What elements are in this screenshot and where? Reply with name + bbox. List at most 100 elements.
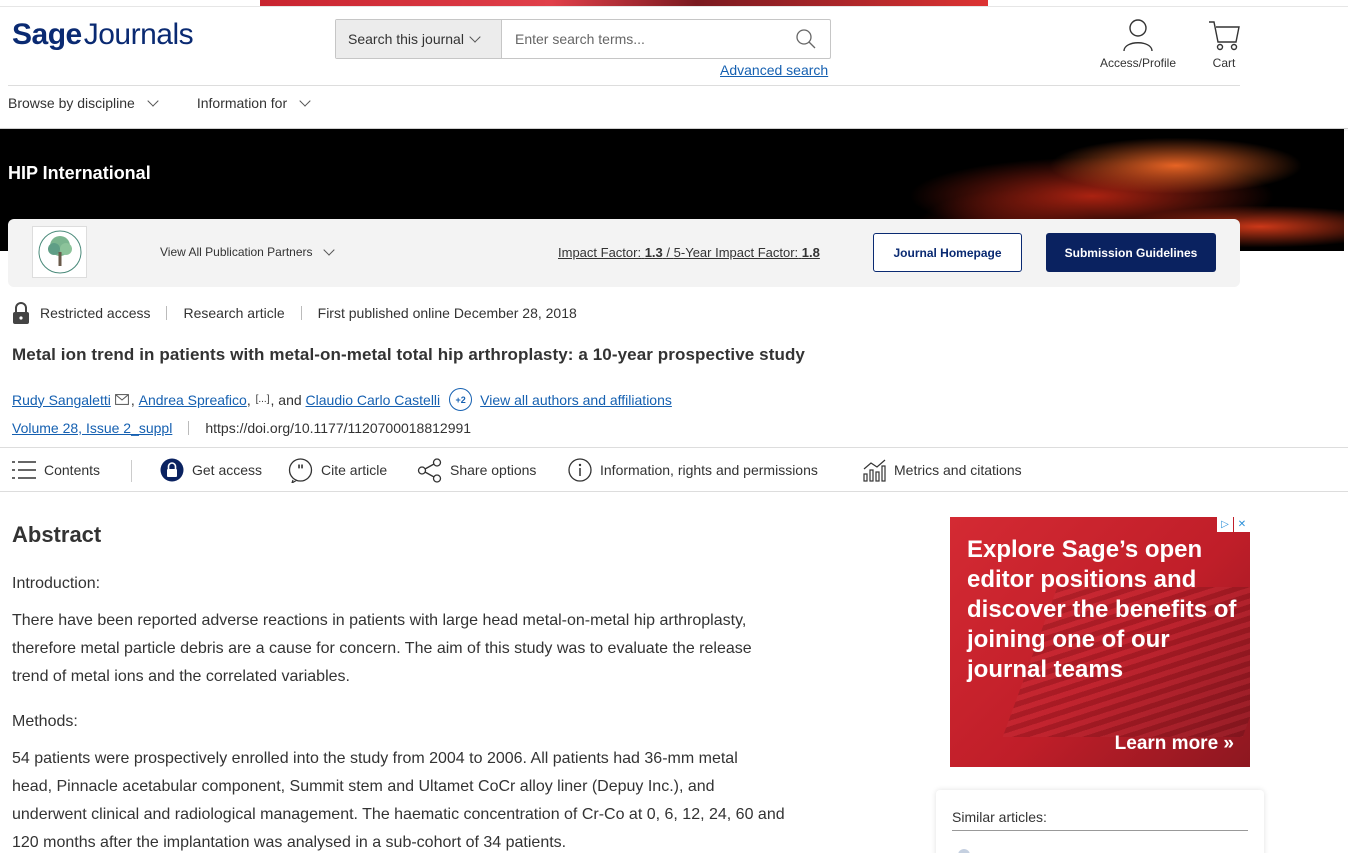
article-meta: Restricted access Research article First… — [12, 302, 577, 324]
journal-info-bar: View All Publication Partners Impact Fac… — [8, 219, 1240, 287]
search-bar: Search this journal — [335, 19, 831, 59]
author-and: , and — [270, 391, 302, 408]
access-status: Restricted access — [40, 305, 151, 321]
svg-text:": " — [297, 463, 304, 479]
published-date: First published online December 28, 2018 — [317, 305, 577, 321]
cite-label: Cite article — [321, 462, 388, 478]
submission-guidelines-button[interactable]: Submission Guidelines — [1046, 233, 1216, 272]
paragraph-line: underwent clinical and radiological mana… — [12, 806, 785, 823]
user-icon — [1123, 19, 1153, 52]
more-authors-badge[interactable]: +2 — [449, 388, 473, 411]
volume-issue-link[interactable]: Volume 28, Issue 2_suppl — [12, 420, 172, 436]
author-link[interactable]: Andrea Spreafico — [139, 392, 247, 408]
bar-chart-icon — [863, 459, 886, 482]
author-separator: , — [130, 391, 135, 408]
journal-name[interactable]: HIP International — [8, 163, 151, 184]
search-scope-label: Search this journal — [348, 31, 464, 47]
nav-browse-discipline[interactable]: Browse by discipline — [8, 95, 159, 111]
hidden-authors-ellipsis[interactable]: [...] — [256, 394, 270, 405]
chevron-down-icon — [147, 95, 159, 107]
author-link[interactable]: Rudy Sangaletti — [12, 392, 111, 408]
introduction-paragraph: There have been reported adverse reactio… — [12, 607, 822, 691]
advanced-search-link[interactable]: Advanced search — [720, 62, 828, 78]
author-list: Rudy Sangaletti , Andrea Spreafico , [..… — [12, 388, 672, 411]
volume-doi-row: Volume 28, Issue 2_suppl https://doi.org… — [12, 420, 471, 436]
journal-homepage-button[interactable]: Journal Homepage — [873, 233, 1022, 272]
account-label: Access/Profile — [1099, 56, 1177, 70]
metrics-label: Metrics and citations — [894, 462, 1022, 478]
search-input[interactable] — [502, 20, 782, 58]
meta-separator — [300, 306, 302, 320]
mail-icon[interactable] — [114, 394, 129, 405]
list-icon — [12, 461, 36, 479]
contents-button[interactable]: Contents — [12, 456, 100, 484]
paragraph-line: trend of metal ions and the correlated v… — [12, 668, 350, 685]
information-rights-button[interactable]: Information, rights and permissions — [568, 456, 818, 484]
five-year-impact-value: 1.8 — [801, 245, 820, 260]
ad-headline: Explore Sage’s open editor positions and… — [967, 536, 1237, 683]
logo-journals: Journals — [83, 18, 194, 51]
article-toolbar: Contents Get access " Cite article Share… — [0, 447, 1348, 492]
article-title: Metal ion trend in patients with metal-o… — [12, 345, 805, 364]
similar-divider — [952, 830, 1248, 831]
paragraph-line: There have been reported adverse reactio… — [12, 612, 747, 629]
chevron-down-icon — [322, 244, 335, 256]
chevron-down-icon — [469, 31, 481, 43]
lock-circle-icon — [160, 458, 184, 482]
adchoices-icon[interactable]: ▷ — [1217, 517, 1233, 532]
paragraph-line: 54 patients were prospectively enrolled … — [12, 750, 738, 767]
partners-label: View All Publication Partners — [160, 245, 313, 259]
account-profile-button[interactable]: Access/Profile — [1098, 18, 1178, 70]
get-access-label: Get access — [192, 462, 263, 478]
paragraph-line: 120 months after the implantation was an… — [12, 834, 567, 851]
cart-icon — [1209, 21, 1240, 51]
author-link[interactable]: Claudio Carlo Castelli — [306, 392, 441, 408]
sidebar-advertisement[interactable]: ▷ ✕ Explore Sage’s open editor positions… — [950, 517, 1250, 767]
double-chevron-right-icon: » — [1223, 733, 1234, 754]
search-icon — [796, 29, 816, 49]
main-nav: Browse by discipline Information for — [8, 95, 311, 111]
similar-articles-panel: Similar articles: — [936, 790, 1264, 853]
methods-paragraph: 54 patients were prospectively enrolled … — [12, 745, 822, 853]
view-all-authors-link[interactable]: View all authors and affiliations — [480, 392, 672, 408]
similar-item-bullet — [958, 849, 970, 853]
meta-separator — [166, 306, 168, 320]
introduction-heading: Introduction: — [12, 575, 101, 592]
partner-logo[interactable] — [32, 226, 87, 278]
nav-info-label: Information for — [196, 95, 288, 111]
impact-factor-link[interactable]: Impact Factor: 1.3 / 5-Year Impact Facto… — [558, 245, 820, 260]
metrics-citations-button[interactable]: Metrics and citations — [862, 456, 1022, 484]
doi-text[interactable]: https://doi.org/10.1177/1120700018812991 — [205, 420, 471, 436]
similar-articles-heading: Similar articles: — [952, 809, 1047, 825]
tree-seal-icon — [38, 230, 81, 274]
impact-separator: / — [666, 245, 671, 260]
cart-label: Cart — [1212, 56, 1236, 70]
author-separator: , — [246, 391, 251, 408]
nav-browse-label: Browse by discipline — [8, 95, 135, 111]
nav-information-for[interactable]: Information for — [196, 95, 311, 111]
cite-article-button[interactable]: " Cite article — [288, 456, 387, 484]
ad-cta-label: Learn more — [1114, 733, 1219, 754]
paragraph-line: head, Pinnacle acetabular component, Sum… — [12, 778, 715, 795]
toolbar-separator — [131, 460, 132, 482]
impact-factor-value: 1.3 — [644, 245, 663, 260]
article-type: Research article — [183, 305, 285, 321]
ad-controls: ▷ ✕ — [1216, 517, 1250, 532]
logo-sage: Sage — [12, 18, 82, 51]
contents-label: Contents — [44, 462, 101, 478]
ad-learn-more[interactable]: Learn more » — [1115, 733, 1234, 755]
view-publication-partners[interactable]: View All Publication Partners — [160, 244, 335, 259]
cart-button[interactable]: Cart — [1204, 18, 1244, 70]
chevron-down-icon — [299, 95, 311, 107]
share-icon — [417, 457, 442, 483]
info-icon — [568, 458, 592, 482]
close-icon[interactable]: ✕ — [1234, 517, 1250, 532]
search-scope-dropdown[interactable]: Search this journal — [336, 20, 502, 58]
share-label: Share options — [450, 462, 537, 478]
search-button[interactable] — [782, 20, 830, 58]
lock-icon — [13, 302, 29, 324]
site-logo[interactable]: SageJournals — [12, 18, 194, 52]
get-access-button[interactable]: Get access — [160, 456, 262, 484]
paragraph-line: therefore metal particle debris are a ca… — [12, 640, 752, 657]
share-options-button[interactable]: Share options — [417, 456, 536, 484]
